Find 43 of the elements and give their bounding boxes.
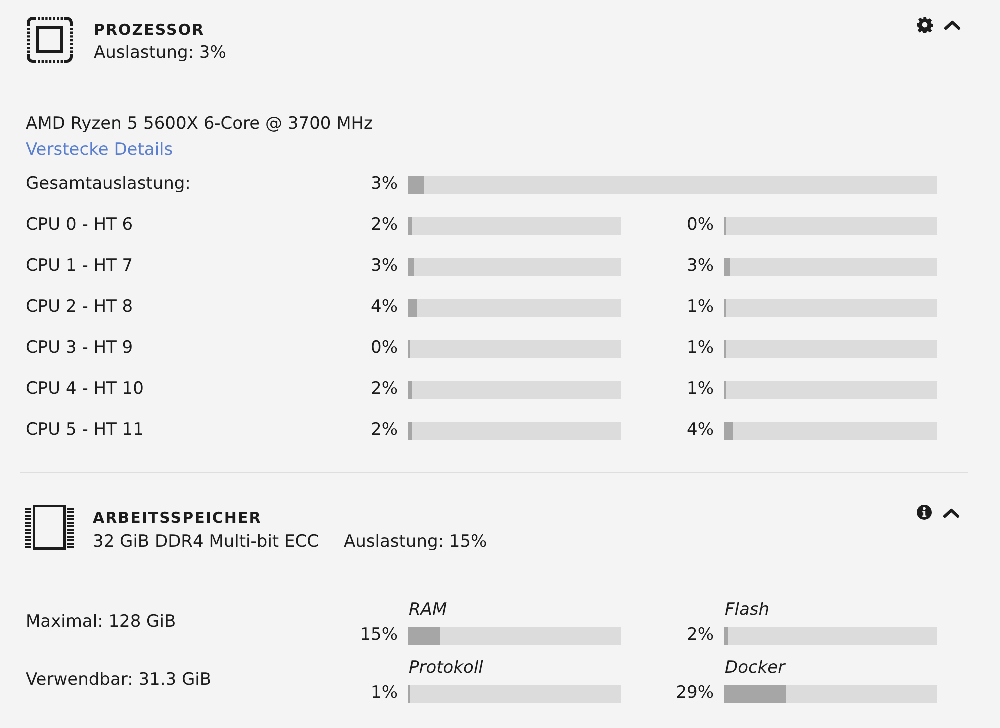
row-label: Gesamtauslastung: [26, 172, 192, 196]
gauge-label: Flash [725, 599, 771, 621]
row-label: CPU 2 - HT 8 [26, 296, 134, 319]
percent-value: 4% [370, 296, 398, 319]
processor-model: AMD Ryzen 5 5600X 6-Core @ 3700 MHz [26, 113, 374, 136]
percent-value: 2% [370, 378, 398, 401]
percent-value: 3% [686, 254, 714, 278]
settings-gear-icon[interactable] [917, 17, 933, 33]
usage-text: Auslastung: 15% [344, 531, 488, 554]
percent-value: 3% [370, 254, 398, 278]
percent-value: 2% [370, 214, 398, 237]
usage-text: Auslastung: 3% [94, 42, 226, 65]
percent-value: 0% [370, 336, 398, 360]
collapse-caret-icon[interactable] [943, 508, 960, 518]
memory-spec: 32 GiB DDR4 Multi-bit ECC [93, 531, 320, 554]
percent-value: 1% [686, 336, 714, 360]
row-label: CPU 0 - HT 6 [26, 214, 134, 237]
processor-chip-icon [27, 17, 73, 63]
percent-value: 2% [686, 624, 714, 648]
row-label: Verwendbar: 31.3 GiB [26, 669, 213, 692]
percent-value: 29% [675, 682, 714, 706]
row-label: CPU 4 - HT 10 [26, 378, 145, 401]
percent-value: 2% [370, 418, 398, 442]
percent-value: 1% [370, 682, 398, 706]
section-title: PROZESSOR [94, 20, 206, 40]
gauge-label: Protokoll [409, 657, 484, 679]
collapse-caret-icon[interactable] [944, 20, 961, 30]
gauge-label: RAM [409, 599, 448, 621]
row-label: CPU 5 - HT 11 [26, 418, 145, 442]
percent-value: 0% [686, 214, 714, 237]
percent-value: 15% [359, 624, 398, 648]
row-label: CPU 1 - HT 7 [26, 254, 134, 278]
section-title: ARBEITSSPEICHER [93, 508, 263, 528]
gauge-label: Docker [725, 657, 787, 679]
row-label: Maximal: 128 GiB [26, 611, 178, 634]
percent-value: 4% [686, 418, 714, 442]
percent-value: 1% [686, 296, 714, 319]
percent-value: 1% [686, 378, 714, 401]
memory-module-icon [25, 505, 74, 550]
info-icon[interactable] [917, 505, 932, 520]
row-label: CPU 3 - HT 9 [26, 336, 134, 360]
hide-details-link[interactable]: Verstecke Details [26, 137, 174, 163]
percent-value: 3% [370, 172, 398, 196]
